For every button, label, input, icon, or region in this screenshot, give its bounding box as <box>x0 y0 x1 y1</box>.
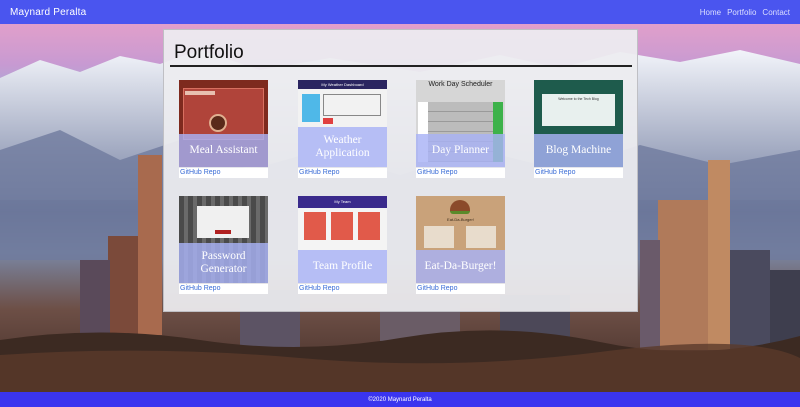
thumb-heading: Eat-Da-Burger! <box>447 217 474 222</box>
project-title: Meal Assistant <box>179 134 268 167</box>
title-divider <box>170 65 632 67</box>
copyright-text: ©2020 Maynard Peralta <box>368 396 432 403</box>
project-thumbnail[interactable]: Eat-Da-Burger! Eat-Da-Burger! <box>416 196 505 283</box>
thumb-heading: My Team <box>298 196 387 208</box>
project-tile-blog-machine: Welcome to the Tech Blog Blog Machine Gi… <box>534 80 623 183</box>
thumb-heading: My Weather Dashboard <box>298 80 387 89</box>
project-thumbnail[interactable]: My Weather Dashboard Weather Application <box>298 80 387 167</box>
project-tile-day-planner: Work Day Scheduler Day Planner GitHub Re… <box>416 80 505 183</box>
project-thumbnail[interactable]: My Team Team Profile <box>298 196 387 283</box>
project-thumbnail[interactable]: Meal Assistant <box>179 80 268 167</box>
project-title: Weather Application <box>298 127 387 167</box>
project-tile-weather-application: My Weather Dashboard Weather Application… <box>298 80 387 183</box>
project-tile-eat-da-burger: Eat-Da-Burger! Eat-Da-Burger! GitHub Rep… <box>416 196 505 299</box>
project-thumbnail[interactable]: Password Generator <box>179 196 268 283</box>
brand-name[interactable]: Maynard Peralta <box>10 7 86 18</box>
nav-link-home[interactable]: Home <box>700 8 721 17</box>
github-repo-link[interactable]: GitHub Repo <box>179 284 268 294</box>
nav-links: Home Portfolio Contact <box>700 8 790 17</box>
project-title: Team Profile <box>298 250 387 283</box>
github-repo-link[interactable]: GitHub Repo <box>416 168 505 178</box>
project-tile-password-generator: Password Generator GitHub Repo <box>179 196 268 299</box>
page-title: Portfolio <box>174 42 244 63</box>
portfolio-card: Portfolio Meal Assistant GitHub Repo My … <box>163 29 638 312</box>
project-thumbnail[interactable]: Welcome to the Tech Blog Blog Machine <box>534 80 623 167</box>
github-repo-link[interactable]: GitHub Repo <box>416 284 505 294</box>
project-thumbnail[interactable]: Work Day Scheduler Day Planner <box>416 80 505 167</box>
github-repo-link[interactable]: GitHub Repo <box>534 168 623 178</box>
project-tile-team-profile: My Team Team Profile GitHub Repo <box>298 196 387 299</box>
project-tile-meal-assistant: Meal Assistant GitHub Repo <box>179 80 268 183</box>
github-repo-link[interactable]: GitHub Repo <box>298 168 387 178</box>
footer: ©2020 Maynard Peralta <box>0 392 800 407</box>
nav-link-contact[interactable]: Contact <box>762 8 790 17</box>
thumb-heading: Welcome to the Tech Blog <box>542 94 615 126</box>
navbar: Maynard Peralta Home Portfolio Contact <box>0 0 800 24</box>
github-repo-link[interactable]: GitHub Repo <box>179 168 268 178</box>
nav-link-portfolio[interactable]: Portfolio <box>727 8 756 17</box>
project-title: Eat-Da-Burger! <box>416 250 505 283</box>
project-title: Password Generator <box>179 243 268 283</box>
project-title: Day Planner <box>416 134 505 167</box>
github-repo-link[interactable]: GitHub Repo <box>298 284 387 294</box>
project-title: Blog Machine <box>534 134 623 167</box>
thumb-heading: Work Day Scheduler <box>428 81 493 88</box>
